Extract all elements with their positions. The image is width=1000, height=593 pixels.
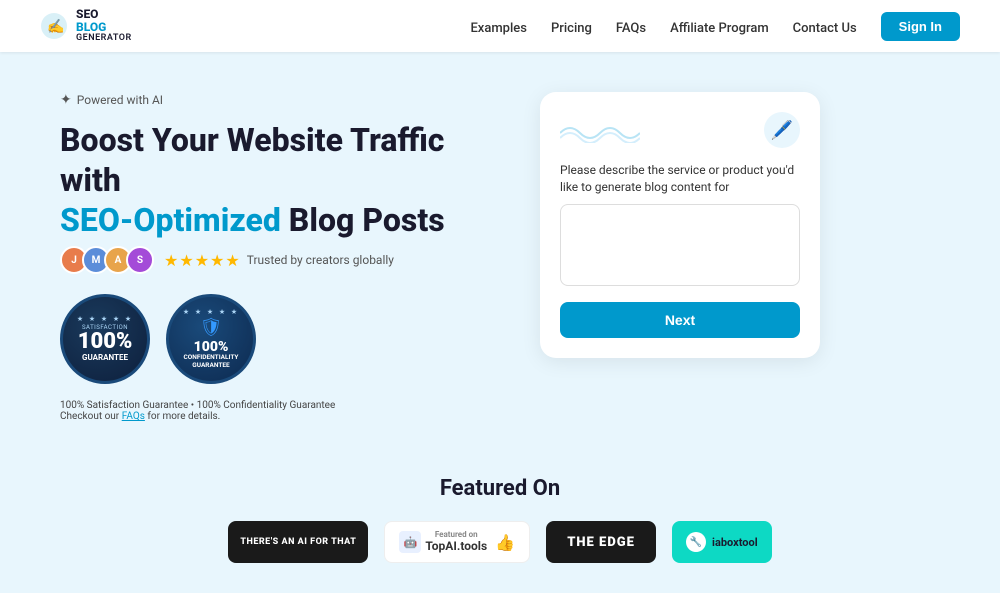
confidentiality-stars: ★ ★ ★ ★ ★: [183, 308, 239, 316]
blog-description-input[interactable]: [560, 204, 800, 286]
powered-text: Powered with AI: [77, 93, 163, 107]
navbar: ✍ SEO BLOG GENERATOR Examples Pricing FA…: [0, 0, 1000, 52]
signin-button-container: Sign In: [881, 12, 960, 41]
featured-title: Featured On: [40, 476, 960, 501]
confidentiality-badge: ★ ★ ★ ★ ★ 🛡 100% CONFIDENTIALITYGUARANTE…: [166, 294, 256, 384]
nav-links: Examples Pricing FAQs Affiliate Program …: [470, 12, 960, 41]
logo-generator: GENERATOR: [76, 34, 132, 44]
card-header: 🖊️: [560, 112, 800, 148]
featured-iaboxtool: 🔧 iaboxtool: [672, 521, 772, 563]
faq-link[interactable]: FAQs: [122, 411, 145, 422]
avatar-group: J M A S: [60, 246, 154, 274]
star-rating: ★★★★★: [164, 251, 241, 270]
nav-item-pricing[interactable]: Pricing: [551, 17, 592, 36]
featured-logos-row: THERE'S AN AI FOR THAT 🤖 Featured on Top…: [40, 521, 960, 563]
topai-name: TopAI.tools: [425, 540, 487, 553]
next-button[interactable]: Next: [560, 302, 800, 338]
nav-link-faqs[interactable]: FAQs: [616, 21, 646, 36]
stars-group: ★★★★★ Trusted by creators globally: [164, 251, 394, 270]
confidentiality-percent: 100%: [194, 340, 229, 354]
shield-icon: 🛡: [200, 317, 223, 338]
featured-theresanai: THERE'S AN AI FOR THAT: [228, 521, 368, 563]
nav-link-affiliate[interactable]: Affiliate Program: [670, 21, 769, 36]
badge-percent: 100%: [78, 331, 133, 353]
featured-topai: 🤖 Featured on TopAI.tools 👍: [384, 521, 530, 563]
topai-emoji: 👍: [495, 533, 515, 552]
hero-title-blue: SEO-Optimized: [60, 201, 281, 239]
form-card: 🖊️ Please describe the service or produc…: [540, 92, 820, 358]
wave-decoration: [560, 118, 640, 143]
badge-guarantee-label: GUARANTEE: [82, 353, 128, 363]
avatar-4: S: [126, 246, 154, 274]
trust-text: Trusted by creators globally: [247, 253, 394, 267]
nav-link-contact[interactable]: Contact Us: [793, 21, 857, 36]
ai-sparkle-icon: ✦: [60, 92, 72, 108]
iaboxtool-text: iaboxtool: [712, 536, 758, 549]
nav-item-faqs[interactable]: FAQs: [616, 17, 646, 36]
badge-stars-top: ★ ★ ★ ★ ★: [77, 315, 133, 323]
theresanai-text: THERE'S AN AI FOR THAT: [240, 537, 356, 547]
confidentiality-label: CONFIDENTIALITYGUARANTEE: [180, 354, 243, 370]
main-content: ✦ Powered with AI Boost Your Website Tra…: [0, 52, 1000, 456]
logo: ✍ SEO BLOG GENERATOR: [40, 8, 132, 44]
hero-title-black: Blog Posts: [289, 201, 445, 239]
topai-text-group: Featured on TopAI.tools: [425, 531, 487, 553]
nav-item-examples[interactable]: Examples: [470, 17, 527, 36]
powered-badge: ✦ Powered with AI: [60, 92, 500, 108]
featured-section: Featured On THERE'S AN AI FOR THAT 🤖 Fea…: [0, 456, 1000, 593]
nav-item-contact[interactable]: Contact Us: [793, 17, 857, 36]
satisfaction-badge: ★ ★ ★ ★ ★ SATISFACTION 100% GUARANTEE: [60, 294, 150, 384]
edge-text: THE EDGE: [567, 535, 635, 550]
signin-button[interactable]: Sign In: [881, 12, 960, 41]
iaboxtool-icon: 🔧: [686, 532, 706, 552]
trust-badges: ★ ★ ★ ★ ★ SATISFACTION 100% GUARANTEE ★ …: [60, 294, 500, 384]
card-logo: 🖊️: [764, 112, 800, 148]
svg-text:✍: ✍: [47, 18, 64, 35]
featured-edge: THE EDGE: [546, 521, 656, 563]
hero-left: ✦ Powered with AI Boost Your Website Tra…: [60, 92, 500, 426]
logo-icon: ✍: [40, 12, 68, 40]
topai-logo: 🤖 Featured on TopAI.tools 👍: [399, 531, 515, 553]
nav-link-examples[interactable]: Examples: [470, 21, 527, 36]
hero-title: Boost Your Website Traffic with SEO-Opti…: [60, 120, 500, 240]
nav-item-affiliate[interactable]: Affiliate Program: [670, 17, 769, 36]
guarantee-text: 100% Satisfaction Guarantee • 100% Confi…: [60, 400, 500, 422]
nav-link-pricing[interactable]: Pricing: [551, 21, 592, 36]
hero-title-line1: Boost Your Website Traffic with: [60, 121, 444, 199]
topai-icon: 🤖: [399, 531, 421, 553]
form-label: Please describe the service or product y…: [560, 162, 800, 196]
social-proof: J M A S ★★★★★ Trusted by creators global…: [60, 246, 500, 274]
